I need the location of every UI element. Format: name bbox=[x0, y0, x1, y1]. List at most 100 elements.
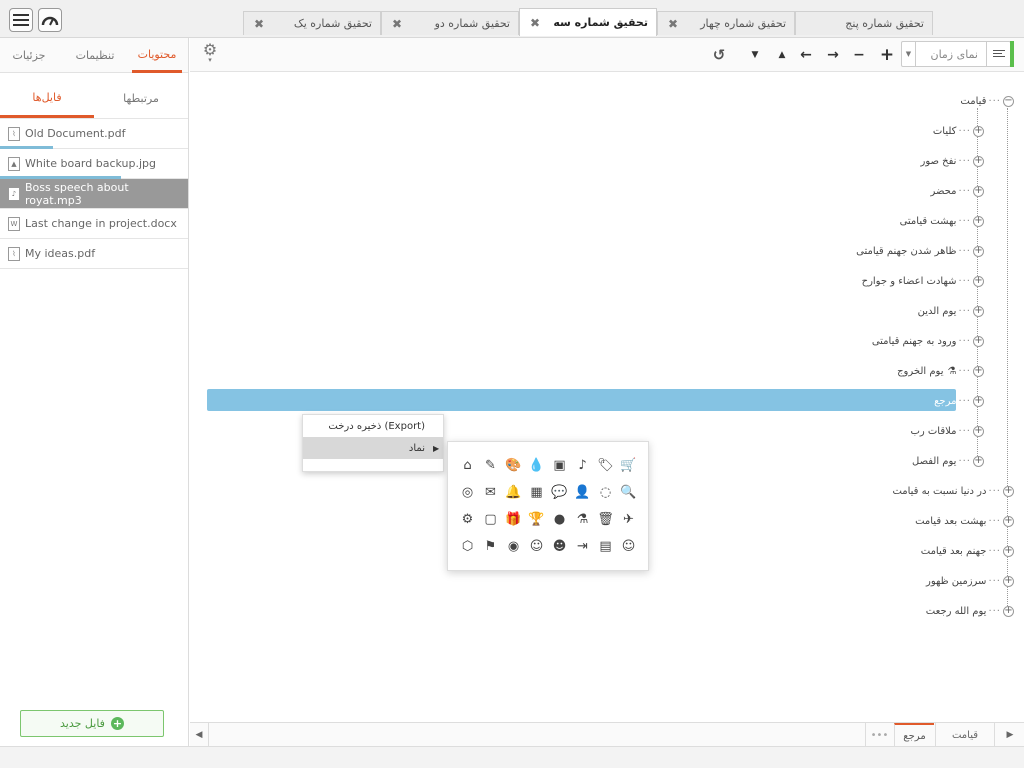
gear-icon[interactable]: ⚙ bbox=[456, 506, 479, 533]
menu-item-icon[interactable]: ▶ نماد bbox=[303, 437, 443, 459]
bottom-tab-resurrection[interactable]: قیامت bbox=[935, 723, 995, 747]
tree-node-child[interactable]: یوم الخروج ⚗ ··· + bbox=[897, 360, 984, 382]
tags-icon[interactable]: 🏷 bbox=[594, 452, 617, 479]
expand-icon[interactable]: + bbox=[1003, 605, 1014, 617]
map-icon[interactable]: ▤ bbox=[594, 533, 617, 560]
more-tabs-button[interactable]: ••• bbox=[865, 723, 893, 747]
expand-icon[interactable]: + bbox=[1003, 515, 1014, 527]
expand-icon[interactable]: + bbox=[973, 335, 984, 347]
collapse-icon[interactable]: − bbox=[1003, 95, 1014, 107]
expand-icon[interactable]: + bbox=[973, 455, 984, 467]
tab-research-2[interactable]: ✖ تحقیق شماره دو bbox=[381, 11, 519, 35]
expand-icon[interactable]: + bbox=[973, 125, 984, 137]
spinner-icon[interactable]: ◌ bbox=[594, 479, 617, 506]
expand-icon[interactable]: + bbox=[973, 215, 984, 227]
close-icon[interactable]: ✖ bbox=[392, 17, 402, 31]
picture-icon[interactable]: ▣ bbox=[548, 452, 571, 479]
file-item[interactable]: ▲ White board backup.jpg bbox=[0, 149, 188, 179]
tree-node-sibling[interactable]: در دنیا نسبت به قیامت ··· + bbox=[892, 480, 1014, 502]
move-down-icon[interactable]: ▼ bbox=[743, 44, 767, 66]
trash-icon[interactable]: 🗑 bbox=[594, 506, 617, 533]
tree-node-sibling[interactable]: یوم الله رجعت ··· + bbox=[926, 600, 1014, 622]
expand-icon[interactable]: + bbox=[1003, 575, 1014, 587]
tree-node-root[interactable]: قیامت ··· − bbox=[960, 90, 1014, 112]
flask-icon[interactable]: ⚗ bbox=[571, 506, 594, 533]
file-item[interactable]: ♪ Boss speech about royat.mp3 bbox=[0, 179, 188, 209]
envelope-icon[interactable]: ✉ bbox=[479, 479, 502, 506]
tree-node-child[interactable]: بهشت قیامتی ··· + bbox=[900, 210, 984, 232]
undo-icon[interactable]: ↺ bbox=[707, 44, 731, 66]
expand-icon[interactable]: + bbox=[973, 275, 984, 287]
plus-icon[interactable]: + bbox=[875, 44, 899, 66]
tab-research-5[interactable]: تحقیق شماره پنج bbox=[795, 11, 933, 35]
expand-icon[interactable]: + bbox=[973, 395, 984, 407]
music-icon[interactable]: ♪ bbox=[571, 452, 594, 479]
scroll-left-icon[interactable]: ◀ bbox=[190, 723, 208, 747]
tree-node-child[interactable]: یوم الفصل ··· + bbox=[912, 450, 984, 472]
expand-icon[interactable]: + bbox=[1003, 545, 1014, 557]
bottom-tab-reference[interactable]: مرجع bbox=[894, 723, 934, 747]
new-file-button[interactable]: فایل جدید + bbox=[20, 710, 164, 737]
tree-node-child[interactable]: ورود به جهنم قیامتی ··· + bbox=[872, 330, 984, 352]
comments-icon[interactable]: 💬 bbox=[548, 479, 571, 506]
tab-files[interactable]: فایل‌ها bbox=[0, 79, 94, 118]
calendar-icon[interactable]: ▦ bbox=[525, 479, 548, 506]
file-item[interactable]: W Last change in project.docx bbox=[0, 209, 188, 239]
cart-icon[interactable]: 🛒 bbox=[617, 452, 640, 479]
expand-icon[interactable]: + bbox=[1003, 485, 1014, 497]
scroll-right-icon[interactable]: ▶ bbox=[996, 723, 1024, 747]
tab-research-4[interactable]: ✖ تحقیق شماره چهار bbox=[657, 11, 795, 35]
tree-node-sibling[interactable]: بهشت بعد قیامت ··· + bbox=[915, 510, 1014, 532]
file-item[interactable]: ⌇ My ideas.pdf bbox=[0, 239, 188, 269]
expand-icon[interactable]: + bbox=[973, 155, 984, 167]
palette-icon[interactable]: 🎨 bbox=[502, 452, 525, 479]
tree-node-child[interactable]: کلیات ··· + bbox=[933, 120, 984, 142]
minus-icon[interactable]: − bbox=[847, 44, 871, 66]
tree-node-sibling[interactable]: سرزمین ظهور ··· + bbox=[926, 570, 1014, 592]
exit-icon[interactable]: ⇥ bbox=[571, 533, 594, 560]
tree-node-child[interactable]: نفخ صور ··· + bbox=[920, 150, 984, 172]
tree-node-child[interactable]: شهادت اعضاء و جوارح ··· + bbox=[862, 270, 984, 292]
frame-icon[interactable]: ▢ bbox=[479, 506, 502, 533]
bell-icon[interactable]: 🔔 bbox=[502, 479, 525, 506]
tree-node-child[interactable]: یوم الدین ··· + bbox=[918, 300, 984, 322]
cube-icon[interactable]: ⬡ bbox=[456, 533, 479, 560]
menu-icon[interactable] bbox=[9, 8, 33, 32]
tab-research-1[interactable]: ✖ تحقیق شماره یک bbox=[243, 11, 381, 35]
happy-icon[interactable]: ☺ bbox=[525, 533, 548, 560]
coins-icon[interactable]: ◎ bbox=[456, 479, 479, 506]
home-icon[interactable]: ⌂ bbox=[456, 452, 479, 479]
plane-icon[interactable]: ✈ bbox=[617, 506, 640, 533]
move-up-icon[interactable]: ▲ bbox=[770, 44, 794, 66]
tab-details[interactable]: جزئیات bbox=[0, 38, 58, 73]
tab-related[interactable]: مرتبطها bbox=[94, 79, 188, 118]
trophy-icon[interactable]: 🏆 bbox=[525, 506, 548, 533]
pencil-icon[interactable]: ✎ bbox=[479, 452, 502, 479]
smile-icon[interactable]: ☻ bbox=[548, 533, 571, 560]
expand-icon[interactable]: + bbox=[973, 185, 984, 197]
eye-icon[interactable]: ◉ bbox=[502, 533, 525, 560]
file-item[interactable]: ⌇ Old Document.pdf bbox=[0, 119, 188, 149]
expand-icon[interactable]: + bbox=[973, 365, 984, 377]
time-view-select[interactable]: ▼ نمای زمان bbox=[901, 41, 1011, 67]
expand-icon[interactable]: + bbox=[973, 245, 984, 257]
arrow-left-icon[interactable]: ← bbox=[794, 44, 818, 66]
tab-contents[interactable]: محتویات bbox=[132, 38, 182, 73]
search-icon[interactable]: 🔍 bbox=[617, 479, 640, 506]
expand-icon[interactable]: + bbox=[973, 305, 984, 317]
tab-settings[interactable]: تنظیمات bbox=[58, 38, 132, 73]
dashboard-icon[interactable] bbox=[38, 8, 62, 32]
tree-node-child[interactable]: مرجع ··· + bbox=[934, 390, 984, 412]
tree-node-child[interactable]: ملاقات رب ··· + bbox=[910, 420, 984, 442]
close-icon[interactable]: ✖ bbox=[254, 17, 264, 31]
apple-icon[interactable]: ● bbox=[548, 506, 571, 533]
user-icon[interactable]: 👤 bbox=[571, 479, 594, 506]
close-icon[interactable]: ✖ bbox=[530, 16, 540, 30]
tree-node-child[interactable]: محضر ··· + bbox=[930, 180, 984, 202]
close-icon[interactable]: ✖ bbox=[668, 17, 678, 31]
menu-item-export[interactable]: ذخیره درخت (Export) bbox=[303, 415, 443, 437]
flag-icon[interactable]: ⚑ bbox=[479, 533, 502, 560]
tree-node-sibling[interactable]: جهنم بعد قیامت ··· + bbox=[921, 540, 1014, 562]
gift-icon[interactable]: 🎁 bbox=[502, 506, 525, 533]
drop-icon[interactable]: 💧 bbox=[525, 452, 548, 479]
